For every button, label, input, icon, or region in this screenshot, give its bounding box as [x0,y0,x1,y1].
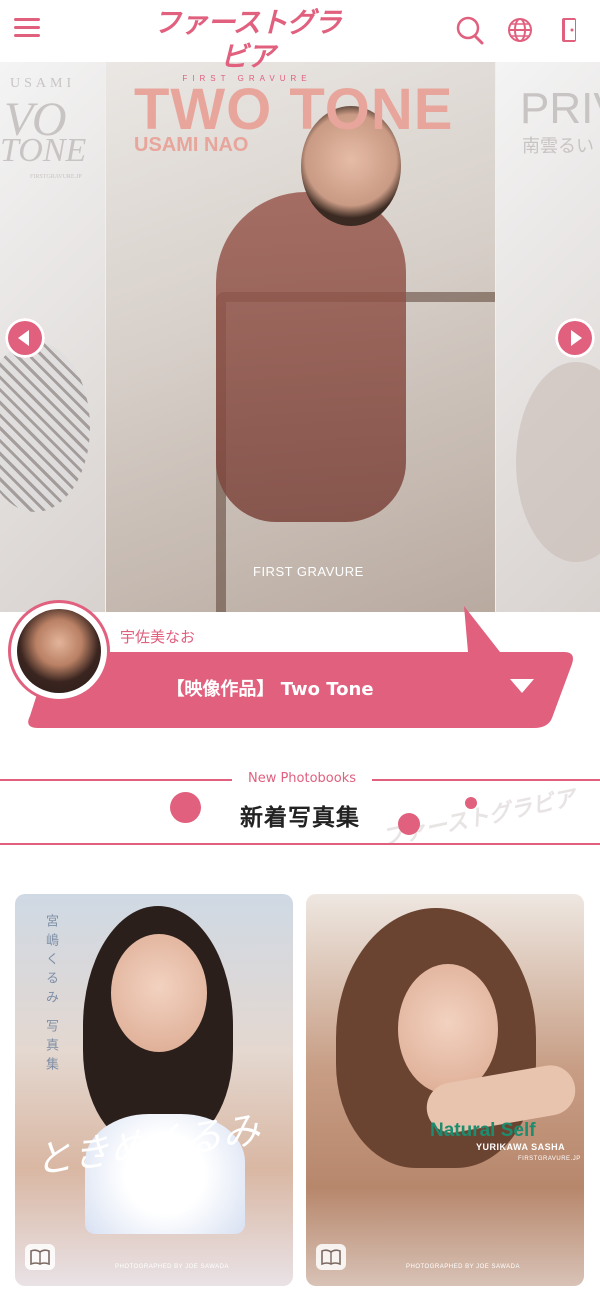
logo-text: ファーストグラビア [153,6,342,73]
slide-title: TWO TONE [134,77,454,142]
prev-slide-site: FIRSTGRAVURE.JP [30,174,82,180]
book-vertical-title: 宮嶋くるみ 写真集 [43,914,58,1077]
search-icon[interactable] [456,15,484,45]
globe-icon[interactable] [506,15,534,45]
carousel-prev-button[interactable] [5,318,45,358]
slide-brand: FIRST GRAVURE [253,564,364,579]
book-credit: PHOTOGRAPHED BY JOE SAWADA [406,1264,521,1270]
chevron-right-icon [571,330,582,346]
logo-subtext: FIRST GRAVURE [182,74,312,83]
menu-icon[interactable] [14,18,40,38]
decor-dot [398,813,420,835]
section-title: 新着写真集 [240,805,360,831]
site-logo[interactable]: ファーストグラビア FIRST GRAVURE [152,6,342,83]
prev-slide-title-line2: TONE [0,132,87,169]
carousel-next-button[interactable] [555,318,595,358]
prev-slide-name: USAMI [10,76,76,91]
decor-dot [170,792,201,823]
model-figure [216,192,406,522]
site-header: ファーストグラビア FIRST GRAVURE [0,0,600,83]
work-title[interactable]: 【映像作品】 Two Tone [120,675,420,701]
artist-name[interactable]: 宇佐美なお [120,626,195,647]
chevron-down-icon[interactable] [508,676,536,696]
speech-bubble [28,606,573,728]
book-subtitle: YURIKAWA SASHA [476,1142,566,1152]
new-photobooks-heading: New Photobooks ファーストグラビア 新着写真集 [0,760,600,851]
photobook-card[interactable]: Natural Self YURIKAWA SASHA FIRSTGRAVURE… [306,894,584,1286]
book-credit: PHOTOGRAPHED BY JOE SAWADA [115,1264,230,1270]
hero-carousel[interactable]: USAMI VO TONE FIRSTGRAVURE.JP TWO TONE U… [0,62,600,612]
model-face [111,934,207,1052]
carousel-slide-current[interactable]: TWO TONE USAMI NAO FIRST GRAVURE [106,62,495,612]
login-door-icon[interactable] [556,15,584,45]
model-face [398,964,498,1094]
chevron-left-icon [18,330,29,346]
book-site: FIRSTGRAVURE.JP [518,1156,581,1162]
photobook-card[interactable]: 宮嶋くるみ 写真集 ときめくるみ PHOTOGRAPHED BY JOE SAW… [15,894,293,1286]
featured-info[interactable]: 宇佐美なお 【映像作品】 Two Tone [0,600,600,740]
photobook-icon [316,1244,346,1270]
next-slide-title: PRIV [520,84,600,133]
photobook-icon [25,1244,55,1270]
divider [0,843,600,845]
divider [0,779,232,781]
section-label-en: New Photobooks [247,771,357,786]
next-slide-name: 南雲るい [522,136,594,157]
avatar[interactable] [8,600,110,702]
book-title: Natural Self [430,1120,536,1141]
decor-dot [465,797,477,809]
slide-subtitle: USAMI NAO [134,134,249,156]
